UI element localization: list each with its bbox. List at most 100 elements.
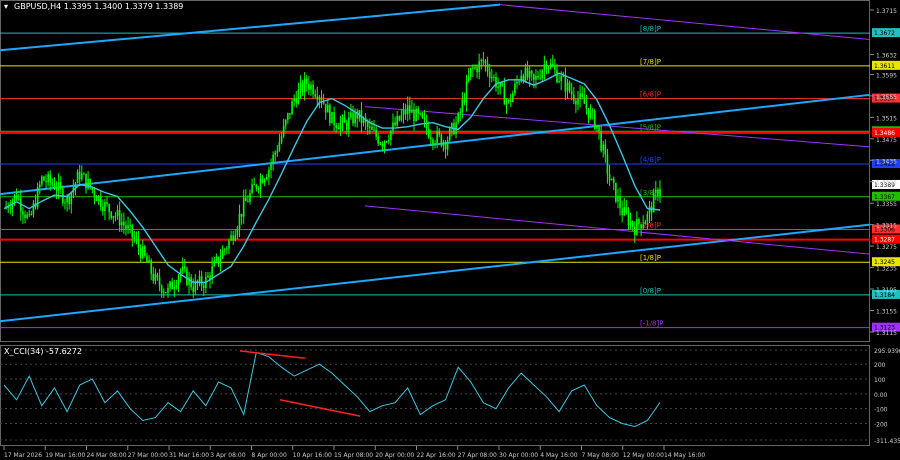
- candle-body: [47, 174, 49, 183]
- price-tick-label: 1.3632: [876, 53, 897, 60]
- upper-trend-line: [0, 3, 501, 52]
- price-tick-label: 1.3315: [876, 223, 897, 230]
- candle-body: [291, 101, 293, 115]
- candle-body: [604, 144, 607, 155]
- candle-body: [314, 94, 316, 97]
- candle-body: [638, 219, 640, 225]
- cci-divergence-upper: [239, 350, 306, 360]
- candle-body: [129, 224, 131, 226]
- candle-body: [217, 256, 220, 264]
- candle-body: [316, 96, 319, 100]
- candle-body: [572, 94, 575, 101]
- candle-body: [625, 207, 628, 213]
- candle-body: [421, 113, 424, 118]
- time-label: 8 Apr 00:00: [252, 452, 287, 459]
- murrey-price-label: 1.3367: [874, 194, 895, 201]
- candle-body: [606, 154, 609, 175]
- murrey-level-label: [4/8]P: [640, 156, 661, 164]
- candle-body: [345, 122, 348, 130]
- candle-body: [223, 249, 226, 251]
- candle-body: [123, 221, 125, 226]
- candle-body: [392, 122, 394, 131]
- murrey-level-label: [7/8]P: [640, 58, 661, 66]
- candle-body: [341, 117, 344, 123]
- candle-body: [144, 246, 146, 256]
- candle-body: [566, 82, 569, 92]
- candle-body: [251, 184, 253, 194]
- murrey-level-label: [8/8]P: [640, 25, 661, 33]
- candle-body: [619, 196, 621, 209]
- candle-body: [373, 129, 375, 131]
- candle-body: [385, 141, 388, 143]
- candle-body: [299, 83, 302, 90]
- candle-body: [215, 256, 218, 261]
- time-label: 27 Mar 00:00: [128, 452, 168, 459]
- candle-body: [110, 211, 113, 218]
- candle-body: [486, 63, 489, 72]
- candle-body: [219, 258, 222, 264]
- price-tick-label: 1.3115: [876, 330, 897, 337]
- candle-body: [213, 260, 216, 267]
- candle-body: [575, 100, 577, 105]
- candle-body: [608, 174, 611, 181]
- candle-body: [547, 67, 550, 69]
- candle-body: [478, 61, 480, 73]
- candle-body: [57, 182, 60, 191]
- candle-body: [125, 225, 127, 229]
- candle-body: [173, 286, 176, 290]
- candle-body: [259, 178, 262, 189]
- candle-body: [181, 266, 184, 271]
- candle-body: [127, 225, 129, 229]
- candle-body: [28, 214, 31, 216]
- candle-body: [190, 277, 192, 288]
- candle-body: [448, 128, 451, 141]
- candle-body: [263, 179, 266, 183]
- candle-body: [438, 131, 441, 135]
- candle-body: [627, 212, 630, 225]
- candle-body: [221, 250, 224, 259]
- candle-body: [310, 84, 312, 90]
- candle-body: [43, 176, 45, 181]
- candle-body: [329, 105, 331, 124]
- candle-body: [139, 247, 142, 258]
- candle-body: [348, 117, 350, 130]
- candle-body: [324, 103, 327, 113]
- candle-body: [631, 221, 634, 227]
- time-label: 24 Mar 08:00: [87, 452, 127, 459]
- candle-body: [480, 59, 483, 62]
- candle-body: [97, 195, 100, 201]
- candle-body: [354, 111, 356, 124]
- candle-body: [646, 213, 649, 222]
- candle-body: [600, 131, 602, 151]
- candle-body: [369, 126, 371, 128]
- murrey-level-label: [1/8]P: [640, 254, 661, 262]
- candle-body: [167, 287, 169, 293]
- candle-body: [350, 112, 352, 118]
- candle-body: [247, 201, 249, 203]
- price-tick-label: 1.3395: [876, 180, 897, 187]
- time-label: 7 May 08:00: [582, 452, 620, 459]
- candle-body: [659, 188, 661, 196]
- time-label: 17 Mar 2026: [4, 452, 42, 459]
- candle-body: [80, 173, 83, 180]
- candle-body: [106, 202, 108, 205]
- candle-body: [551, 63, 554, 67]
- candle-body: [83, 173, 85, 175]
- candle-body: [234, 235, 237, 241]
- price-tick-label: 1.3515: [876, 115, 897, 122]
- candle-body: [45, 180, 47, 183]
- candle-body: [524, 67, 527, 82]
- candle-body: [274, 152, 277, 155]
- candle-body: [444, 142, 447, 150]
- candle-body: [516, 81, 518, 84]
- murrey-level-label: [-1/8]P: [640, 320, 663, 328]
- candle-body: [305, 78, 308, 84]
- price-chart[interactable]: [8/8]P1.3672[7/8]P1.3611[6/8]P1.3550[5/8…: [0, 0, 900, 460]
- indicator-info: X_CCI(34) -57.6272: [4, 347, 82, 356]
- candle-body: [541, 70, 544, 79]
- moving-average-line: [3, 72, 661, 283]
- candle-body: [533, 73, 535, 80]
- candle-body: [312, 84, 314, 95]
- candle-body: [118, 210, 121, 226]
- candle-body: [564, 76, 567, 92]
